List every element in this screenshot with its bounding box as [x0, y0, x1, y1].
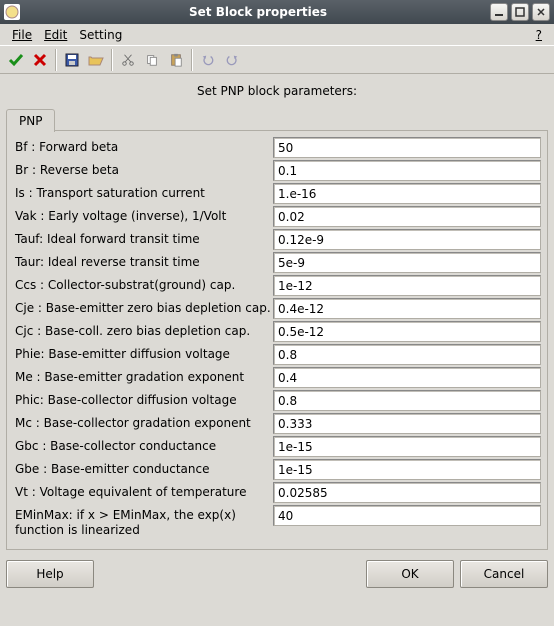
cut-button[interactable] — [116, 49, 140, 71]
content-area: Set PNP block parameters: PNP Bf : Forwa… — [0, 74, 554, 554]
params-panel: Bf : Forward betaBr : Reverse betaIs : T… — [7, 130, 547, 549]
accept-button[interactable] — [4, 49, 28, 71]
app-icon — [4, 4, 20, 20]
page-title: Set PNP block parameters: — [6, 78, 548, 108]
param-input[interactable] — [273, 298, 541, 319]
clipboard-icon — [169, 53, 183, 67]
reject-button[interactable] — [28, 49, 52, 71]
param-input[interactable] — [273, 367, 541, 388]
param-input[interactable] — [273, 436, 541, 457]
param-row: Taur: Ideal reverse transit time — [13, 252, 541, 273]
param-label: Phie: Base-emitter diffusion voltage — [13, 344, 273, 365]
copy-icon — [145, 53, 159, 67]
tab-pnp[interactable]: PNP — [6, 109, 55, 132]
param-input[interactable] — [273, 459, 541, 480]
paste-button[interactable] — [164, 49, 188, 71]
minimize-button[interactable] — [490, 3, 508, 21]
param-input[interactable] — [273, 505, 541, 526]
param-row: Mc : Base-collector gradation exponent — [13, 413, 541, 434]
ok-button[interactable]: OK — [366, 560, 454, 588]
button-bar: Help OK Cancel — [0, 554, 554, 594]
param-label: Is : Transport saturation current — [13, 183, 273, 204]
toolbar-separator — [55, 49, 57, 71]
menu-file[interactable]: File — [6, 26, 38, 44]
param-label: Gbc : Base-collector conductance — [13, 436, 273, 457]
tab-container: Bf : Forward betaBr : Reverse betaIs : T… — [6, 130, 548, 550]
menubar: File Edit Setting ? — [0, 24, 554, 46]
param-label: Br : Reverse beta — [13, 160, 273, 181]
menu-setting[interactable]: Setting — [73, 26, 128, 44]
scissors-icon — [121, 53, 135, 67]
param-row: Cje : Base-emitter zero bias depletion c… — [13, 298, 541, 319]
param-input[interactable] — [273, 252, 541, 273]
toolbar — [0, 46, 554, 74]
toolbar-separator — [191, 49, 193, 71]
param-input[interactable] — [273, 344, 541, 365]
param-row: Br : Reverse beta — [13, 160, 541, 181]
param-row: Phic: Base-collector diffusion voltage — [13, 390, 541, 411]
window-title: Set Block properties — [26, 5, 490, 19]
param-row: Phie: Base-emitter diffusion voltage — [13, 344, 541, 365]
tab-header: PNP — [6, 108, 548, 131]
param-label: Bf : Forward beta — [13, 137, 273, 158]
param-row: Vak : Early voltage (inverse), 1/Volt — [13, 206, 541, 227]
param-label: Cjc : Base-coll. zero bias depletion cap… — [13, 321, 273, 342]
param-input[interactable] — [273, 137, 541, 158]
param-input[interactable] — [273, 160, 541, 181]
param-input[interactable] — [273, 390, 541, 411]
param-row: Cjc : Base-coll. zero bias depletion cap… — [13, 321, 541, 342]
undo-button[interactable] — [196, 49, 220, 71]
param-label: Mc : Base-collector gradation exponent — [13, 413, 273, 434]
param-row: Gbc : Base-collector conductance — [13, 436, 541, 457]
param-input[interactable] — [273, 482, 541, 503]
param-row: Me : Base-emitter gradation exponent — [13, 367, 541, 388]
param-input[interactable] — [273, 206, 541, 227]
folder-open-icon — [88, 52, 104, 68]
help-button[interactable]: Help — [6, 560, 94, 588]
param-label: Tauf: Ideal forward transit time — [13, 229, 273, 250]
param-input[interactable] — [273, 275, 541, 296]
close-button[interactable] — [532, 3, 550, 21]
param-row: Is : Transport saturation current — [13, 183, 541, 204]
param-label: Cje : Base-emitter zero bias depletion c… — [13, 298, 273, 319]
param-label: Me : Base-emitter gradation exponent — [13, 367, 273, 388]
param-row: Gbe : Base-emitter conductance — [13, 459, 541, 480]
param-label: Ccs : Collector-substrat(ground) cap. — [13, 275, 273, 296]
param-row: EMinMax: if x > EMinMax, the exp(x) func… — [13, 505, 541, 541]
copy-button[interactable] — [140, 49, 164, 71]
param-label: Taur: Ideal reverse transit time — [13, 252, 273, 273]
menu-help[interactable]: ? — [530, 26, 548, 44]
redo-button[interactable] — [220, 49, 244, 71]
param-label: Phic: Base-collector diffusion voltage — [13, 390, 273, 411]
param-label: Gbe : Base-emitter conductance — [13, 459, 273, 480]
maximize-button[interactable] — [511, 3, 529, 21]
param-input[interactable] — [273, 321, 541, 342]
param-row: Vt : Voltage equivalent of temperature — [13, 482, 541, 503]
x-icon — [32, 52, 48, 68]
open-button[interactable] — [84, 49, 108, 71]
menu-edit[interactable]: Edit — [38, 26, 73, 44]
param-row: Tauf: Ideal forward transit time — [13, 229, 541, 250]
save-button[interactable] — [60, 49, 84, 71]
undo-icon — [201, 53, 215, 67]
check-icon — [8, 52, 24, 68]
param-label: Vt : Voltage equivalent of temperature — [13, 482, 273, 503]
cancel-button[interactable]: Cancel — [460, 560, 548, 588]
redo-icon — [225, 53, 239, 67]
titlebar: Set Block properties — [0, 0, 554, 24]
toolbar-separator — [111, 49, 113, 71]
param-label: Vak : Early voltage (inverse), 1/Volt — [13, 206, 273, 227]
param-input[interactable] — [273, 229, 541, 250]
param-row: Bf : Forward beta — [13, 137, 541, 158]
param-input[interactable] — [273, 183, 541, 204]
param-input[interactable] — [273, 413, 541, 434]
param-row: Ccs : Collector-substrat(ground) cap. — [13, 275, 541, 296]
param-label: EMinMax: if x > EMinMax, the exp(x) func… — [13, 505, 273, 541]
floppy-icon — [64, 52, 80, 68]
